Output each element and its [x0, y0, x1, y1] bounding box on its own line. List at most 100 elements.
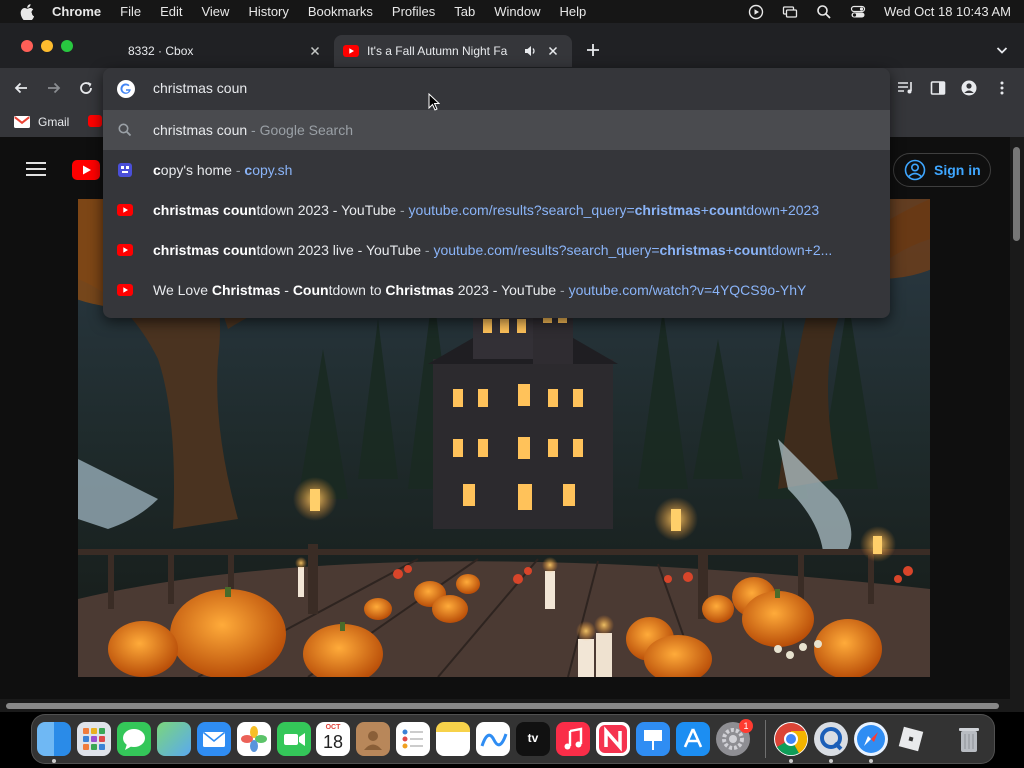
- menu-file[interactable]: File: [120, 4, 141, 19]
- youtube-logo-icon[interactable]: [72, 160, 100, 180]
- menu-window[interactable]: Window: [494, 4, 540, 19]
- more-options-kebab-icon[interactable]: [994, 80, 1010, 96]
- maps-icon[interactable]: [157, 722, 191, 756]
- close-tab-icon[interactable]: [546, 44, 560, 58]
- tab-audio-playing-icon[interactable]: [523, 44, 537, 58]
- roblox-icon[interactable]: [894, 722, 928, 756]
- tab-search-chevron-down-icon[interactable]: [995, 43, 1009, 57]
- zoom-window-button[interactable]: [61, 40, 73, 52]
- suggestion-text: christmas coun - Google Search: [153, 122, 876, 138]
- menu-tab[interactable]: Tab: [454, 4, 475, 19]
- tab-title: It's a Fall Autumn Night Fa: [367, 44, 508, 58]
- keynote-icon[interactable]: [636, 722, 670, 756]
- minimize-window-button[interactable]: [41, 40, 53, 52]
- hamburger-menu-icon[interactable]: [26, 162, 46, 176]
- app-store-icon[interactable]: [676, 722, 710, 756]
- menu-profiles[interactable]: Profiles: [392, 4, 435, 19]
- trash-icon[interactable]: [952, 722, 986, 756]
- side-panel-icon[interactable]: [930, 80, 946, 96]
- account-circle-icon: [904, 159, 926, 181]
- calendar-icon[interactable]: OCT 18: [316, 722, 350, 756]
- menu-view[interactable]: View: [201, 4, 229, 19]
- back-arrow-icon[interactable]: [13, 80, 29, 96]
- facetime-icon[interactable]: [277, 722, 311, 756]
- suggestion-text-part: -: [556, 282, 569, 298]
- launchpad-icon[interactable]: [77, 722, 111, 756]
- youtube-favicon-icon: [117, 284, 133, 296]
- suggestion-text-part: tdown 2023 - YouTube: [256, 202, 397, 218]
- suggestion-text-part: -: [280, 282, 293, 298]
- person-silhouette-icon: [364, 731, 382, 750]
- suggestion-text: christmas countdown 2023 - YouTube - you…: [153, 202, 876, 218]
- menu-edit[interactable]: Edit: [160, 4, 182, 19]
- suggestion-text-part: opy.sh: [252, 162, 293, 178]
- apple-tv-icon[interactable]: tv: [516, 722, 550, 756]
- freeform-icon[interactable]: [476, 722, 510, 756]
- notes-icon[interactable]: [436, 722, 470, 756]
- youtube-bookmark-icon[interactable]: [88, 115, 102, 127]
- suggestion-text-part: christmas: [659, 242, 726, 258]
- chrome-icon[interactable]: [774, 722, 808, 756]
- reminders-icon[interactable]: [396, 722, 430, 756]
- suggestion-text-part: 2023 - YouTube: [453, 282, 557, 298]
- mouse-cursor-icon: [428, 93, 440, 111]
- page-horizontal-scrollbar[interactable]: [0, 699, 1010, 712]
- spotlight-search-icon[interactable]: [816, 4, 832, 20]
- bookmark-gmail[interactable]: Gmail: [14, 115, 69, 129]
- sign-in-button[interactable]: Sign in: [893, 153, 991, 187]
- close-window-button[interactable]: [21, 40, 33, 52]
- tab-fall-autumn-night[interactable]: It's a Fall Autumn Night Fa: [334, 35, 572, 67]
- menu-history[interactable]: History: [248, 4, 288, 19]
- suggestion-text-part: tdown+2...: [767, 242, 833, 258]
- mail-icon[interactable]: [197, 722, 231, 756]
- finder-icon[interactable]: [37, 722, 71, 756]
- reload-icon[interactable]: [78, 80, 94, 96]
- news-n-icon: [599, 725, 627, 753]
- safari-icon[interactable]: [854, 722, 888, 756]
- media-controls-icon[interactable]: [897, 80, 915, 96]
- menu-bar-clock[interactable]: Wed Oct 18 10:43 AM: [884, 4, 1011, 19]
- page-vertical-scrollbar[interactable]: [1010, 137, 1024, 712]
- quicktime-icon[interactable]: [814, 722, 848, 756]
- photos-icon[interactable]: [237, 722, 271, 756]
- contacts-icon[interactable]: [356, 722, 390, 756]
- suggestion-text-part: tdown 2023 live - YouTube: [256, 242, 421, 258]
- suggestion-copy-home[interactable]: copy's home - copy.sh: [103, 150, 890, 190]
- calendar-month: OCT: [325, 724, 341, 731]
- apple-tv-glyph: tv: [527, 731, 539, 745]
- forward-arrow-icon[interactable]: [46, 80, 62, 96]
- menu-help[interactable]: Help: [560, 4, 587, 19]
- music-icon[interactable]: [556, 722, 590, 756]
- suggestion-google-search[interactable]: christmas coun - Google Search: [103, 110, 890, 150]
- bookmark-label: Gmail: [38, 115, 70, 129]
- tab-cbox[interactable]: 8332 · Cbox: [118, 35, 332, 67]
- now-playing-icon[interactable]: [748, 4, 764, 20]
- news-icon[interactable]: [596, 722, 630, 756]
- profile-avatar-icon[interactable]: [961, 80, 977, 96]
- envelope-icon: [202, 731, 226, 747]
- omnibox-input[interactable]: christmas coun: [153, 80, 247, 96]
- app-menu-chrome[interactable]: Chrome: [52, 4, 101, 19]
- suggestion-youtube-christmas-countdown-2023-live[interactable]: christmas countdown 2023 live - YouTube …: [103, 230, 890, 270]
- suggestion-youtube-christmas-countdown-2023[interactable]: christmas countdown 2023 - YouTube - you…: [103, 190, 890, 230]
- apple-menu-icon[interactable]: [20, 3, 34, 20]
- address-bar[interactable]: christmas coun: [103, 68, 890, 110]
- checklist-icon: [402, 729, 423, 749]
- vertical-scroll-thumb[interactable]: [1013, 147, 1020, 241]
- suggestion-text-part: youtube.com/results?search_query=: [408, 202, 635, 218]
- screen-mirroring-icon[interactable]: [782, 4, 798, 20]
- omnibox-dropdown: christmas coun christmas coun - Google S…: [103, 68, 890, 318]
- control-center-icon[interactable]: [850, 4, 866, 20]
- compass-icon: [857, 725, 885, 753]
- sign-in-label: Sign in: [934, 162, 981, 178]
- suggestion-youtube-we-love-christmas[interactable]: We Love Christmas - Countdown to Christm…: [103, 270, 890, 310]
- suggestion-text-part: coun: [708, 202, 743, 218]
- close-tab-icon[interactable]: [308, 44, 322, 58]
- podium-icon: [644, 730, 662, 750]
- messages-icon[interactable]: [117, 722, 151, 756]
- suggestion-text-part: - Google Search: [247, 122, 353, 138]
- menu-bookmarks[interactable]: Bookmarks: [308, 4, 373, 19]
- new-tab-icon[interactable]: [585, 42, 601, 58]
- suggestion-text-part: Christmas: [385, 282, 454, 298]
- horizontal-scroll-thumb[interactable]: [6, 703, 999, 709]
